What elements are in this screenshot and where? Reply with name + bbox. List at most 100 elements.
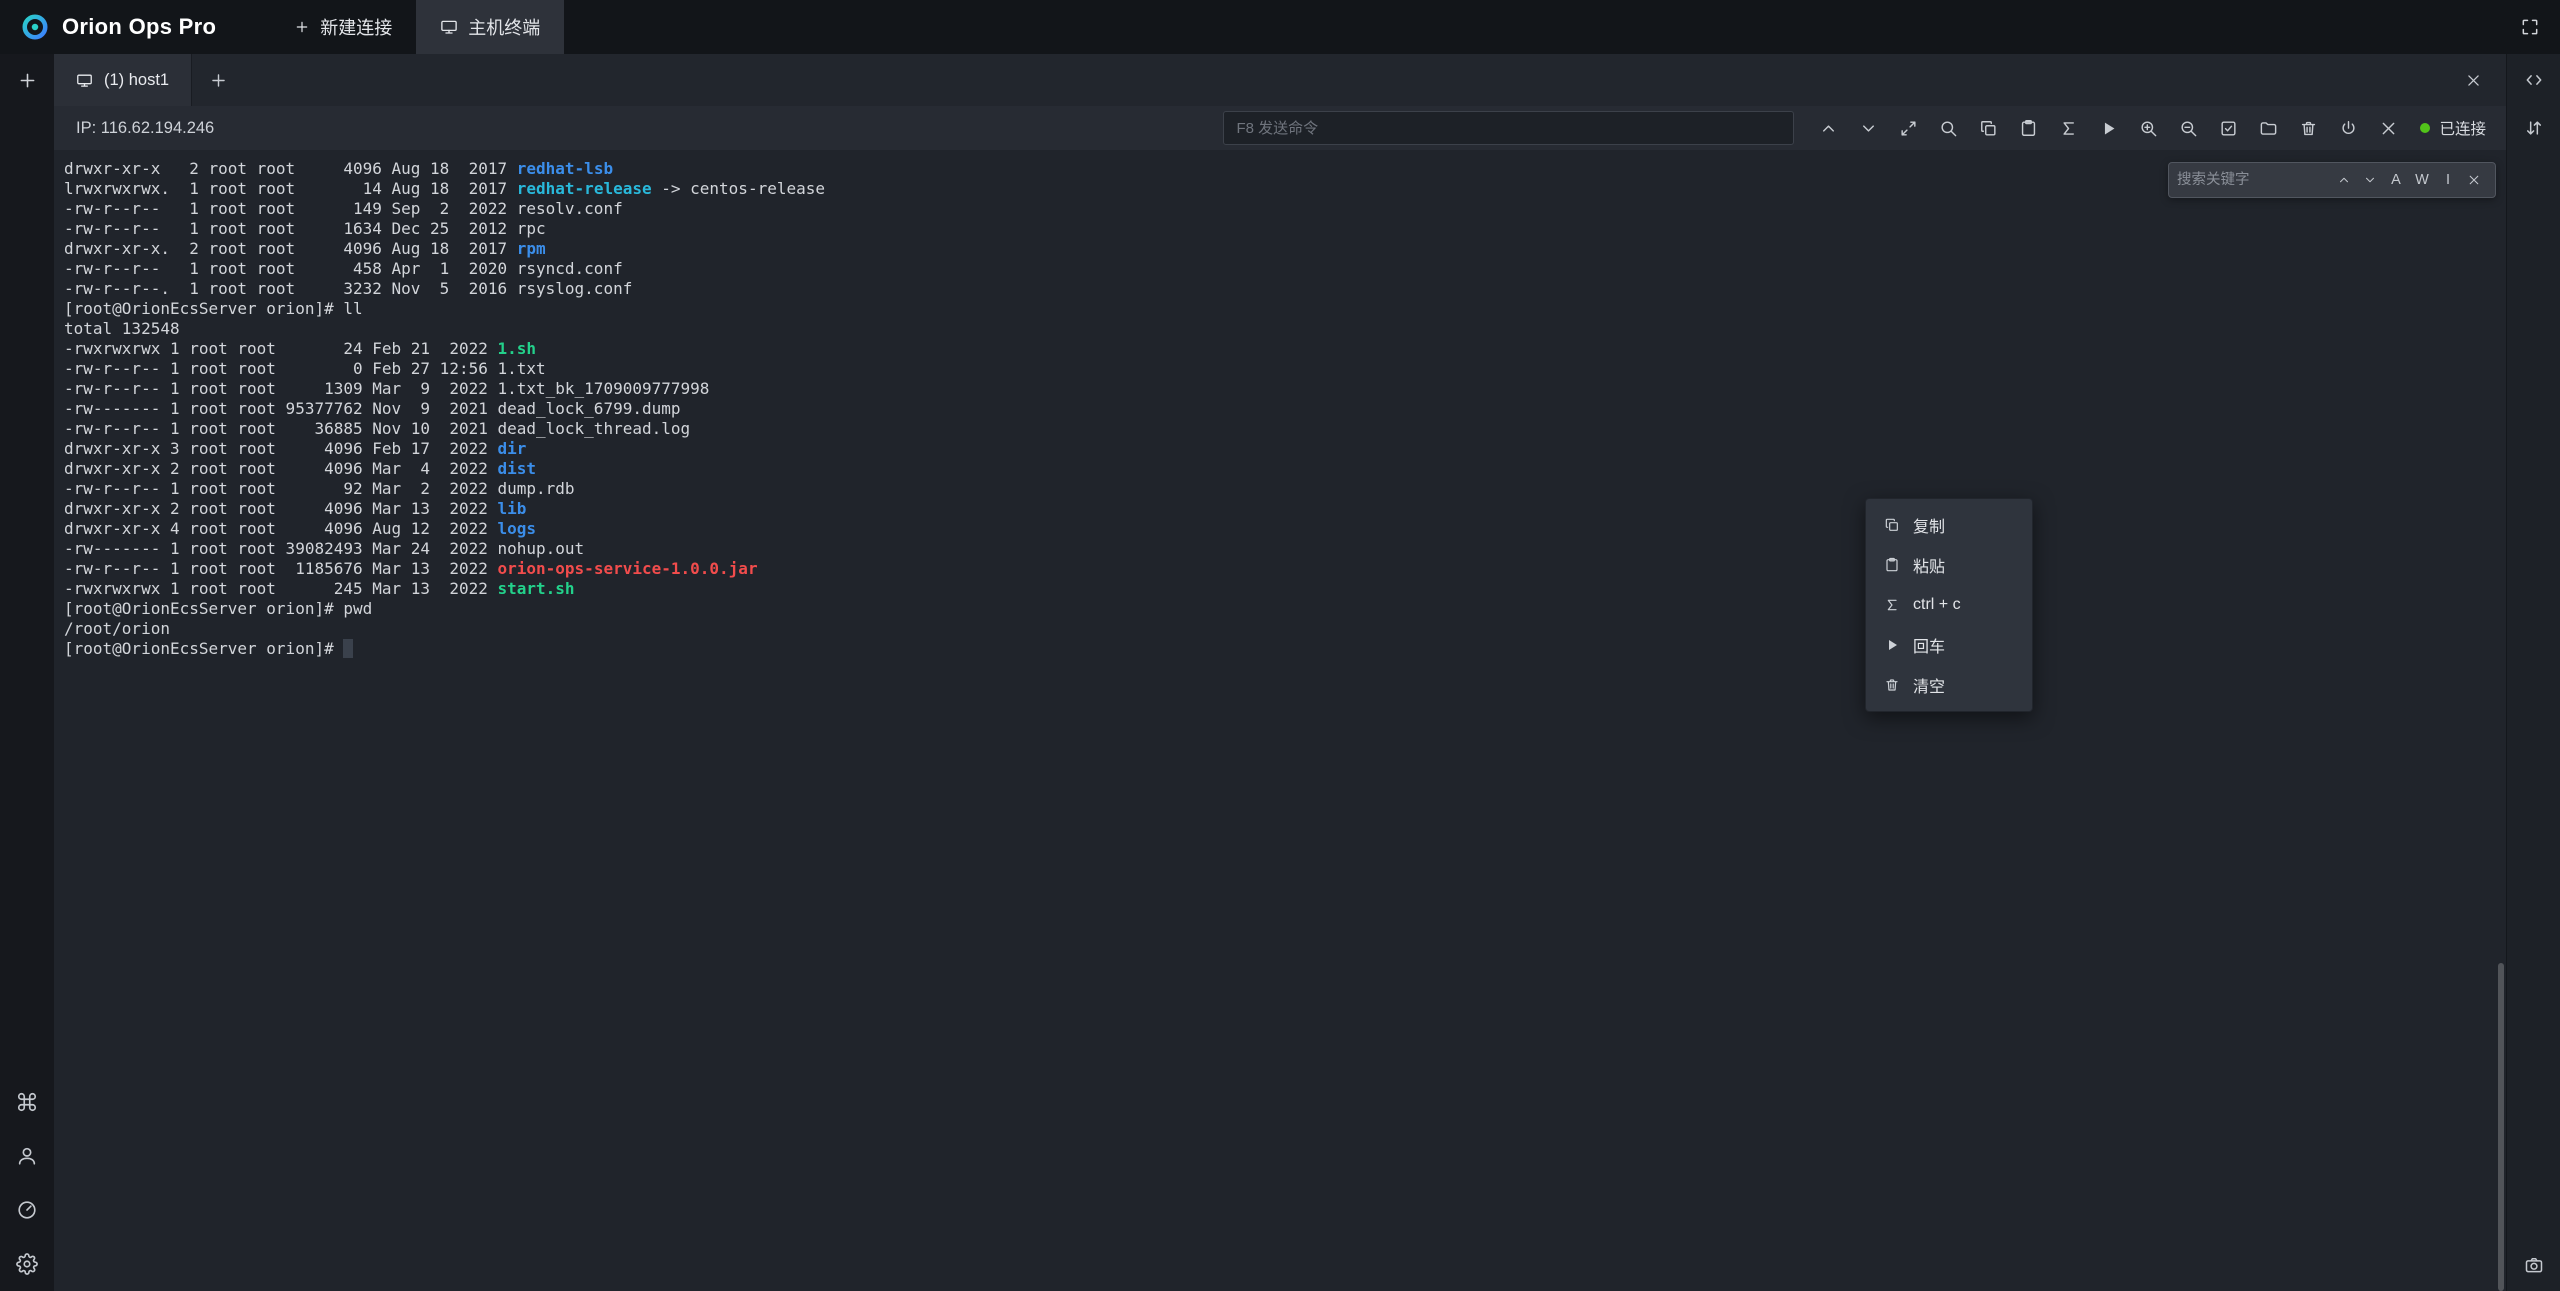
plus-icon	[17, 70, 38, 91]
add-connection-button[interactable]	[0, 54, 54, 106]
right-sidebar	[2506, 54, 2560, 1291]
font-decrease-button[interactable]	[2168, 108, 2208, 148]
terminal-scrollbar-thumb[interactable]	[2498, 963, 2504, 1291]
checkbox-icon	[2219, 119, 2238, 138]
terminal-line: -rwxrwxrwx 1 root root 245 Mar 13 2022 s…	[64, 579, 2506, 599]
context-menu-paste[interactable]: 粘贴	[1866, 545, 2032, 585]
context-menu-clear-label: 清空	[1913, 673, 1945, 697]
context-menu-copy-label: 复制	[1913, 513, 1945, 537]
send-enter-button[interactable]	[2088, 108, 2128, 148]
power-icon	[2339, 119, 2358, 138]
match-case-button[interactable]: A	[2383, 167, 2409, 193]
chevron-up-icon	[2337, 173, 2351, 187]
trash-icon	[2299, 119, 2318, 138]
status-label: 已连接	[2439, 117, 2486, 139]
file-manager-button[interactable]	[2248, 108, 2288, 148]
font-size-swap-icon[interactable]	[2524, 118, 2544, 138]
terminal-output[interactable]: drwxr-xr-x 2 root root 4096 Aug 18 2017 …	[64, 159, 2506, 659]
context-menu-copy[interactable]: 复制	[1866, 505, 2032, 545]
center-column: (1) host1 IP: 116.62.194.246 已连接 drwxr-x…	[54, 54, 2506, 1291]
terminal-line: -rw------- 1 root root 95377762 Nov 9 20…	[64, 399, 2506, 419]
shortcut-command-icon[interactable]	[16, 1091, 38, 1113]
commands-snippet-icon[interactable]	[2524, 70, 2544, 90]
terminal-line: [root@OrionEcsServer orion]# ll	[64, 299, 2506, 319]
scroll-to-top-button[interactable]	[1808, 108, 1848, 148]
context-menu-ctrl-c[interactable]: ctrl + c	[1866, 585, 2032, 625]
terminal-line: total 132548	[64, 319, 2506, 339]
terminal-line: drwxr-xr-x 2 root root 4096 Mar 13 2022 …	[64, 499, 2506, 519]
terminal-line: drwxr-xr-x 4 root root 4096 Aug 12 2022 …	[64, 519, 2506, 539]
plus-icon	[294, 19, 310, 35]
terminal-line: -rw-r--r--. 1 root root 3232 Nov 5 2016 …	[64, 279, 2506, 299]
plus-icon	[209, 71, 228, 90]
terminal-line: drwxr-xr-x 3 root root 4096 Feb 17 2022 …	[64, 439, 2506, 459]
terminal-line: drwxr-xr-x 2 root root 4096 Mar 4 2022 d…	[64, 459, 2506, 479]
nav-host-terminal[interactable]: 主机终端	[416, 0, 564, 54]
play-icon	[1884, 637, 1900, 653]
sigma-icon	[1884, 597, 1900, 613]
new-tab-button[interactable]	[192, 54, 244, 106]
context-menu-enter[interactable]: 回车	[1866, 625, 2032, 665]
context-menu-clear[interactable]: 清空	[1866, 665, 2032, 705]
terminal-line: -rw-r--r-- 1 root root 1309 Mar 9 2022 1…	[64, 379, 2506, 399]
terminal-line: lrwxrwxrwx. 1 root root 14 Aug 18 2017 r…	[64, 179, 2506, 199]
left-sidebar	[0, 54, 54, 1291]
host-ip-label: IP: 116.62.194.246	[68, 119, 214, 138]
copy-icon	[1979, 119, 1998, 138]
screenshot-camera-icon[interactable]	[2524, 1255, 2544, 1275]
clear-screen-button[interactable]	[2288, 108, 2328, 148]
search-keyword-input[interactable]	[2177, 167, 2329, 193]
settings-gear-icon[interactable]	[16, 1253, 38, 1275]
search-prev-button[interactable]	[2331, 167, 2357, 193]
fullscreen-icon[interactable]	[2520, 17, 2540, 37]
tab-host1[interactable]: (1) host1	[54, 54, 192, 106]
terminal-toolbar: IP: 116.62.194.246 已连接	[54, 106, 2506, 150]
terminal-line: -rw-r--r-- 1 root root 1185676 Mar 13 20…	[64, 559, 2506, 579]
terminal-context-menu: 复制粘贴ctrl + c 回车清空	[1865, 498, 2033, 712]
user-icon[interactable]	[16, 1145, 38, 1167]
right-rail-slot	[2507, 106, 2560, 150]
terminal-line: drwxr-xr-x. 2 root root 4096 Aug 18 2017…	[64, 239, 2506, 259]
disconnect-button[interactable]	[2328, 108, 2368, 148]
folder-icon	[2259, 119, 2278, 138]
terminal-line: [root@OrionEcsServer orion]#	[64, 639, 2506, 659]
trash-icon	[1884, 677, 1900, 693]
nav-host-terminal-label: 主机终端	[468, 14, 540, 40]
terminal-line: -rw-r--r-- 1 root root 149 Sep 2 2022 re…	[64, 199, 2506, 219]
topbar-right	[2520, 0, 2560, 54]
fullscreen-terminal-button[interactable]	[1888, 108, 1928, 148]
open-search-button[interactable]	[1928, 108, 1968, 148]
terminal-area[interactable]: drwxr-xr-x 2 root root 4096 Aug 18 2017 …	[54, 150, 2506, 1291]
scroll-to-bottom-button[interactable]	[1848, 108, 1888, 148]
context-menu-enter-label: 回车	[1913, 633, 1945, 657]
zoom-out-icon	[2179, 119, 2198, 138]
chevron-down-icon	[1859, 119, 1878, 138]
dashboard-icon[interactable]	[16, 1199, 38, 1221]
terminal-line: [root@OrionEcsServer orion]# pwd	[64, 599, 2506, 619]
select-all-button[interactable]	[2208, 108, 2248, 148]
close-icon	[2379, 119, 2398, 138]
copy-icon	[1884, 517, 1900, 533]
regex-mode-button[interactable]: I	[2435, 167, 2461, 193]
app-window: Orion Ops Pro 新建连接 主机终端	[0, 0, 2560, 1291]
interrupt-button[interactable]	[2048, 108, 2088, 148]
copy-button[interactable]	[1968, 108, 2008, 148]
close-icon	[2467, 173, 2481, 187]
app-logo[interactable]: Orion Ops Pro	[0, 0, 236, 54]
paste-button[interactable]	[2008, 108, 2048, 148]
font-increase-button[interactable]	[2128, 108, 2168, 148]
nav-new-connection[interactable]: 新建连接	[270, 0, 416, 54]
terminal-line: -rw-r--r-- 1 root root 458 Apr 1 2020 rs…	[64, 259, 2506, 279]
send-command-input[interactable]	[1223, 111, 1794, 145]
close-search-button[interactable]	[2461, 167, 2487, 193]
close-terminal-button[interactable]	[2368, 108, 2408, 148]
close-all-tabs-icon[interactable]	[2465, 72, 2482, 89]
play-icon	[2099, 119, 2118, 138]
terminal-line: -rw------- 1 root root 39082493 Mar 24 2…	[64, 539, 2506, 559]
connection-status: 已连接	[2420, 117, 2486, 139]
terminal-line: drwxr-xr-x 2 root root 4096 Aug 18 2017 …	[64, 159, 2506, 179]
chevron-down-icon	[2363, 173, 2377, 187]
top-navbar: Orion Ops Pro 新建连接 主机终端	[0, 0, 2560, 54]
search-next-button[interactable]	[2357, 167, 2383, 193]
whole-word-button[interactable]: W	[2409, 167, 2435, 193]
